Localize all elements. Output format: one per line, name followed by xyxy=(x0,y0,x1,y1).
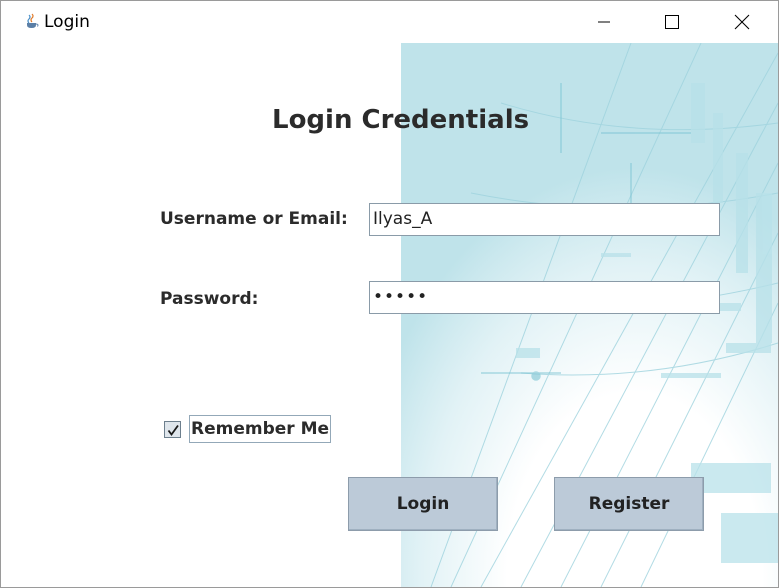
password-input[interactable]: ••••• xyxy=(369,281,720,314)
minimize-button[interactable] xyxy=(581,1,627,43)
checkmark-icon xyxy=(167,424,179,437)
register-button[interactable]: Register xyxy=(554,477,704,531)
maximize-icon xyxy=(665,15,679,29)
window-title: Login xyxy=(44,12,90,32)
title-bar[interactable]: Login xyxy=(1,1,778,43)
java-cup-icon xyxy=(27,13,39,28)
username-label: Username or Email: xyxy=(160,209,348,229)
login-button[interactable]: Login xyxy=(348,477,498,531)
login-panel: Login Credentials Username or Email: Ily… xyxy=(1,43,778,587)
minimize-icon xyxy=(598,21,610,23)
checkbox-box[interactable] xyxy=(164,421,181,438)
maximize-button[interactable] xyxy=(649,1,695,43)
password-label: Password: xyxy=(160,289,259,309)
close-button[interactable] xyxy=(719,1,765,43)
login-window: Login Login Credentials Username or Emai… xyxy=(0,0,779,588)
close-icon xyxy=(734,14,750,30)
form-heading: Login Credentials xyxy=(272,105,530,135)
remember-me-label[interactable]: Remember Me xyxy=(189,415,332,443)
username-input[interactable]: Ilyas_A xyxy=(369,203,720,236)
